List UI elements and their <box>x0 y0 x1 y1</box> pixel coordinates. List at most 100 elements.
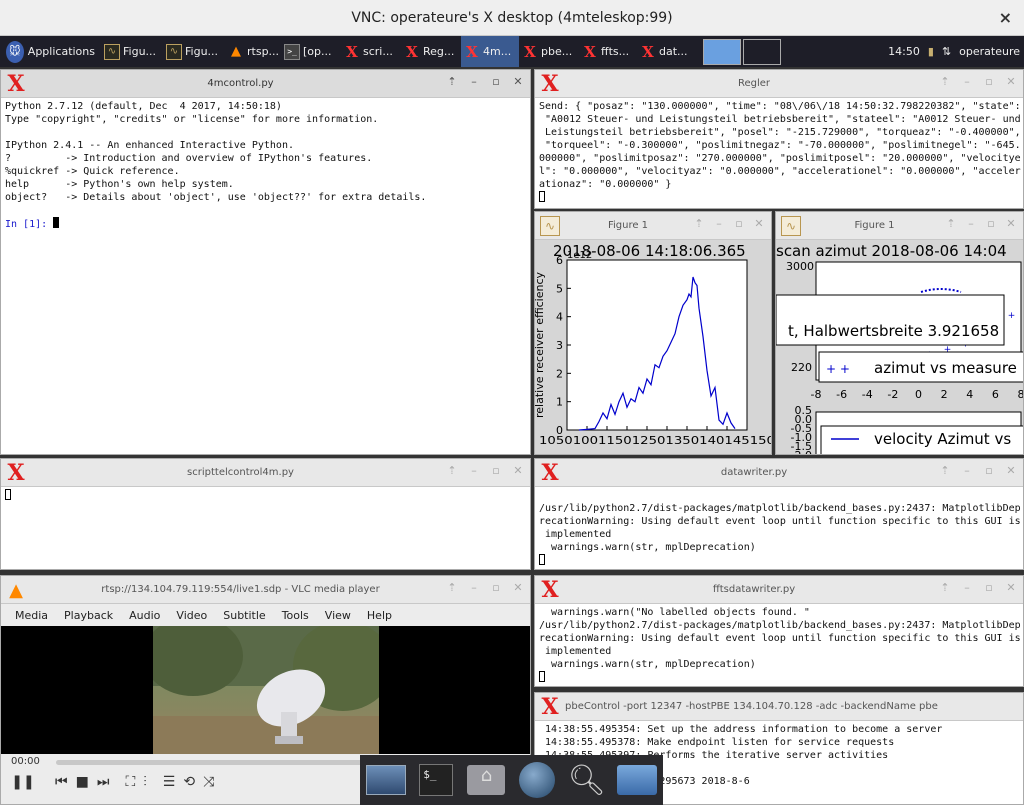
terminal-output[interactable]: Send: { "posaz": "130.000000", "time": "… <box>535 98 1023 207</box>
minimize-icon[interactable]: – <box>965 217 977 230</box>
pause-icon[interactable]: ❚❚ <box>11 774 35 790</box>
window-titlebar[interactable]: ∿ Figure 1 ⇡ – ▫ ✕ <box>535 212 771 240</box>
maximize-icon[interactable]: ▫ <box>490 464 502 477</box>
workspace-switcher[interactable] <box>703 38 781 65</box>
terminal-output[interactable]: Python 2.7.12 (default, Dec 4 2017, 14:5… <box>1 98 530 233</box>
close-icon[interactable]: ✕ <box>753 217 765 230</box>
clipboard-icon[interactable]: ▮ <box>928 45 934 58</box>
vlc-menu-item[interactable]: Audio <box>121 609 168 622</box>
close-icon[interactable]: ✕ <box>512 581 524 594</box>
extended-settings-icon[interactable]: ⫶ <box>143 774 147 790</box>
window-4mcontrol[interactable]: X 4mcontrol.py ⇡ – ▫ ✕ Python 2.7.12 (defau… <box>0 69 531 455</box>
user-name[interactable]: operateure <box>959 45 1020 58</box>
terminal-output[interactable]: /usr/lib/python2.7/dist-packages/matplot… <box>535 487 1023 569</box>
maximize-icon[interactable]: ▫ <box>983 464 995 477</box>
search-icon[interactable]: 🔍︎ <box>567 761 607 799</box>
stick-icon[interactable]: ⇡ <box>693 217 705 230</box>
maximize-icon[interactable]: ▫ <box>490 75 502 88</box>
maximize-icon[interactable]: ▫ <box>733 217 745 230</box>
window-titlebar[interactable]: X datawriter.py ⇡ – ▫ ✕ <box>535 459 1023 487</box>
maximize-icon[interactable]: ▫ <box>983 75 995 88</box>
web-browser-icon[interactable] <box>517 761 557 799</box>
taskbar: 🐭 Applications ∿ Figu... ∿ Figu... ▲ rtsp... >… <box>0 36 1024 67</box>
minimize-icon[interactable]: – <box>961 75 973 88</box>
terminal-icon[interactable]: $_ <box>416 761 456 799</box>
maximize-icon[interactable]: ▫ <box>983 581 995 594</box>
task-button[interactable]: ▲ rtsp... <box>225 36 281 67</box>
task-button[interactable]: X Reg... <box>401 36 461 67</box>
minimize-icon[interactable]: – <box>961 464 973 477</box>
home-folder-icon[interactable]: ⌂ <box>466 761 506 799</box>
stick-icon[interactable]: ⇡ <box>446 464 458 477</box>
video-area[interactable] <box>1 626 530 754</box>
loop-icon[interactable]: ⟲ <box>183 774 195 790</box>
stick-icon[interactable]: ⇡ <box>939 581 951 594</box>
close-icon[interactable]: ✕ <box>1005 581 1017 594</box>
task-button[interactable]: ∿ Figu... <box>101 36 163 67</box>
window-regler[interactable]: X Regler ⇡ – ▫ ✕ Send: { "posaz": "130.0000… <box>534 69 1024 209</box>
task-button[interactable]: ∿ Figu... <box>163 36 225 67</box>
window-figure-scan[interactable]: ∿ Figure 1 ⇡ – ▫ ✕ scan azimut 2018-08-06 1… <box>775 211 1024 455</box>
minimize-icon[interactable]: – <box>468 464 480 477</box>
stick-icon[interactable]: ⇡ <box>446 581 458 594</box>
shuffle-icon[interactable]: ⤨ <box>203 774 214 790</box>
close-icon[interactable]: ✕ <box>1005 217 1017 230</box>
clock[interactable]: 14:50 <box>888 45 920 58</box>
task-button[interactable]: X 4m... <box>461 36 519 67</box>
close-icon[interactable]: ✕ <box>512 75 524 88</box>
show-desktop-icon[interactable] <box>366 761 407 799</box>
previous-icon[interactable]: ⏮ <box>55 774 68 790</box>
window-titlebar[interactable]: X Regler ⇡ – ▫ ✕ <box>535 70 1023 98</box>
next-icon[interactable]: ⏭ <box>97 774 110 790</box>
task-button[interactable]: Xdat... <box>637 36 697 67</box>
window-titlebar[interactable]: ▲ rtsp://134.104.79.119:554/live1.sdp - … <box>1 576 530 604</box>
maximize-icon[interactable]: ▫ <box>490 581 502 594</box>
vlc-menu-item[interactable]: Tools <box>274 609 317 622</box>
vlc-menu-item[interactable]: Media <box>7 609 56 622</box>
minimize-icon[interactable]: – <box>961 581 973 594</box>
close-icon[interactable]: ✕ <box>1005 464 1017 477</box>
workspace-1[interactable] <box>703 38 741 65</box>
stop-icon[interactable]: ■ <box>76 774 89 790</box>
stick-icon[interactable]: ⇡ <box>446 75 458 88</box>
stick-icon[interactable]: ⇡ <box>939 464 951 477</box>
window-figure-efficiency[interactable]: ∿ Figure 1 ⇡ – ▫ ✕ 2018-08-06 14:18:06.365 1… <box>534 211 772 455</box>
fullscreen-icon[interactable]: ⛶ <box>125 774 135 790</box>
figure-canvas[interactable]: 2018-08-06 14:18:06.365 1e12 0 1 2 3 4 5 6 105010… <box>535 240 771 454</box>
minimize-icon[interactable]: – <box>713 217 725 230</box>
window-titlebar[interactable]: X 4mcontrol.py ⇡ – ▫ ✕ <box>1 70 530 98</box>
maximize-icon[interactable]: ▫ <box>985 217 997 230</box>
vlc-menu-item[interactable]: View <box>317 609 359 622</box>
task-button[interactable]: >_ [op... <box>281 36 341 67</box>
folder-icon[interactable] <box>616 761 657 799</box>
vlc-menu-item[interactable]: Playback <box>56 609 121 622</box>
close-icon[interactable]: ✕ <box>1005 75 1017 88</box>
network-icon[interactable]: ⇅ <box>942 45 951 58</box>
task-button[interactable]: Xscri... <box>341 36 401 67</box>
task-button[interactable]: Xffts... <box>579 36 637 67</box>
close-icon[interactable]: × <box>999 8 1012 27</box>
minimize-icon[interactable]: – <box>468 581 480 594</box>
vlc-menu-item[interactable]: Help <box>359 609 400 622</box>
minimize-icon[interactable]: – <box>468 75 480 88</box>
stick-icon[interactable]: ⇡ <box>939 75 951 88</box>
window-titlebar[interactable]: ∿ Figure 1 ⇡ – ▫ ✕ <box>776 212 1023 240</box>
window-titlebar[interactable]: X scripttelcontrol4m.py ⇡ – ▫ ✕ <box>1 459 530 487</box>
window-datawriter[interactable]: X datawriter.py ⇡ – ▫ ✕ /usr/lib/python2.7/… <box>534 458 1024 570</box>
window-fftsdatawriter[interactable]: X fftsdatawriter.py ⇡ – ▫ ✕ warnings.warn("… <box>534 575 1024 687</box>
close-icon[interactable]: ✕ <box>512 464 524 477</box>
y-tick-label: 6 <box>556 254 563 267</box>
window-titlebar[interactable]: X pbeControl -port 12347 -hostPBE 134.10… <box>535 693 1023 721</box>
terminal-output[interactable] <box>1 487 530 505</box>
playlist-icon[interactable]: ☰ <box>163 774 176 790</box>
vlc-menu-item[interactable]: Subtitle <box>215 609 273 622</box>
window-titlebar[interactable]: X fftsdatawriter.py ⇡ – ▫ ✕ <box>535 576 1023 604</box>
applications-menu-button[interactable]: 🐭 Applications <box>0 36 101 67</box>
figure-canvas[interactable]: scan azimut 2018-08-06 14:04300022023024… <box>776 240 1023 454</box>
window-scripttelcontrol[interactable]: X scripttelcontrol4m.py ⇡ – ▫ ✕ <box>0 458 531 570</box>
terminal-output[interactable]: warnings.warn("No labelled objects found… <box>535 604 1023 686</box>
stick-icon[interactable]: ⇡ <box>945 217 957 230</box>
task-button[interactable]: Xpbe... <box>519 36 579 67</box>
vlc-menu-item[interactable]: Video <box>168 609 215 622</box>
workspace-2[interactable] <box>743 38 781 65</box>
